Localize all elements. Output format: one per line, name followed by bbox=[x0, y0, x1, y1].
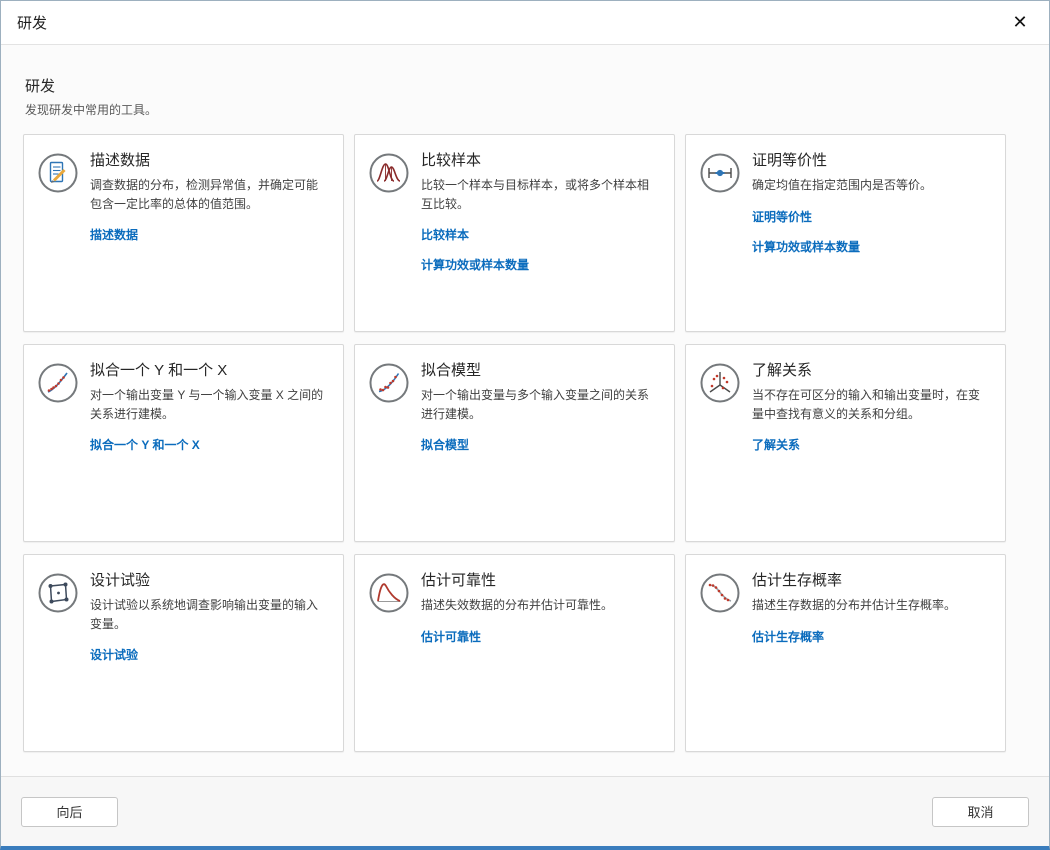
cancel-button[interactable]: 取消 bbox=[932, 797, 1029, 827]
fit-one-y-one-x-icon bbox=[38, 363, 78, 403]
card-title: 设计试验 bbox=[90, 569, 329, 590]
card-estimate-survival: 估计生存概率 描述生存数据的分布并估计生存概率。 估计生存概率 bbox=[685, 554, 1006, 752]
card-estimate-reliability: 估计可靠性 描述失效数据的分布并估计可靠性。 估计可靠性 bbox=[354, 554, 675, 752]
card-description: 当不存在可区分的输入和输出变量时，在变量中查找有意义的关系和分组。 bbox=[752, 386, 991, 423]
dialog-content: 研发 发现研发中常用的工具。 描述数据 bbox=[1, 45, 1049, 776]
estimate-survival-icon bbox=[700, 573, 740, 613]
describe-data-icon bbox=[38, 153, 78, 193]
close-button[interactable]: ✕ bbox=[1005, 8, 1035, 38]
dialog-titlebar: 研发 ✕ bbox=[1, 1, 1049, 45]
link-power-sample-size[interactable]: 计算功效或样本数量 bbox=[752, 238, 860, 255]
card-description: 描述生存数据的分布并估计生存概率。 bbox=[752, 596, 991, 615]
card-title: 描述数据 bbox=[90, 149, 329, 170]
card-fit-one-y-one-x: 拟合一个 Y 和一个 X 对一个输出变量 Y 与一个输入变量 X 之间的关系进行… bbox=[23, 344, 344, 542]
card-title: 比较样本 bbox=[421, 149, 660, 170]
link-estimate-reliability[interactable]: 估计可靠性 bbox=[421, 628, 481, 645]
card-description: 确定均值在指定范围内是否等价。 bbox=[752, 176, 991, 195]
card-prove-equivalence: 证明等价性 确定均值在指定范围内是否等价。 证明等价性 计算功效或样本数量 bbox=[685, 134, 1006, 332]
link-understand-relationships[interactable]: 了解关系 bbox=[752, 436, 800, 453]
close-icon: ✕ bbox=[1012, 12, 1027, 33]
card-fit-model: 拟合模型 对一个输出变量与多个输入变量之间的关系进行建模。 拟合模型 bbox=[354, 344, 675, 542]
back-button[interactable]: 向后 bbox=[21, 797, 118, 827]
link-estimate-survival[interactable]: 估计生存概率 bbox=[752, 628, 824, 645]
card-body: 估计可靠性 描述失效数据的分布并估计可靠性。 估计可靠性 bbox=[421, 567, 660, 739]
card-title: 拟合模型 bbox=[421, 359, 660, 380]
tool-card-grid: 描述数据 调查数据的分布，检测异常值，并确定可能包含一定比率的总体的值范围。 描… bbox=[23, 134, 1027, 752]
card-body: 拟合一个 Y 和一个 X 对一个输出变量 Y 与一个输入变量 X 之间的关系进行… bbox=[90, 357, 329, 529]
card-body: 比较样本 比较一个样本与目标样本，或将多个样本相互比较。 比较样本 计算功效或样… bbox=[421, 147, 660, 319]
section-title: 研发 bbox=[25, 75, 1025, 96]
link-compare-samples[interactable]: 比较样本 bbox=[421, 226, 469, 243]
card-title: 估计可靠性 bbox=[421, 569, 660, 590]
card-body: 估计生存概率 描述生存数据的分布并估计生存概率。 估计生存概率 bbox=[752, 567, 991, 739]
card-description: 对一个输出变量 Y 与一个输入变量 X 之间的关系进行建模。 bbox=[90, 386, 329, 423]
link-power-sample-size[interactable]: 计算功效或样本数量 bbox=[421, 256, 529, 273]
card-design-experiment: 设计试验 设计试验以系统地调查影响输出变量的输入变量。 设计试验 bbox=[23, 554, 344, 752]
card-description: 描述失效数据的分布并估计可靠性。 bbox=[421, 596, 660, 615]
link-fit-model[interactable]: 拟合模型 bbox=[421, 436, 469, 453]
dialog-footer: 向后 取消 bbox=[1, 776, 1049, 846]
link-describe-data[interactable]: 描述数据 bbox=[90, 226, 138, 243]
card-body: 了解关系 当不存在可区分的输入和输出变量时，在变量中查找有意义的关系和分组。 了… bbox=[752, 357, 991, 529]
card-description: 调查数据的分布，检测异常值，并确定可能包含一定比率的总体的值范围。 bbox=[90, 176, 329, 213]
link-fit-one-y-one-x[interactable]: 拟合一个 Y 和一个 X bbox=[90, 436, 200, 453]
card-body: 描述数据 调查数据的分布，检测异常值，并确定可能包含一定比率的总体的值范围。 描… bbox=[90, 147, 329, 319]
card-body: 证明等价性 确定均值在指定范围内是否等价。 证明等价性 计算功效或样本数量 bbox=[752, 147, 991, 319]
card-compare-samples: 比较样本 比较一个样本与目标样本，或将多个样本相互比较。 比较样本 计算功效或样… bbox=[354, 134, 675, 332]
prove-equivalence-icon bbox=[700, 153, 740, 193]
card-title: 估计生存概率 bbox=[752, 569, 991, 590]
card-title: 了解关系 bbox=[752, 359, 991, 380]
dialog-title: 研发 bbox=[17, 12, 1005, 33]
card-title: 证明等价性 bbox=[752, 149, 991, 170]
card-describe-data: 描述数据 调查数据的分布，检测异常值，并确定可能包含一定比率的总体的值范围。 描… bbox=[23, 134, 344, 332]
card-description: 设计试验以系统地调查影响输出变量的输入变量。 bbox=[90, 596, 329, 633]
section-subtitle: 发现研发中常用的工具。 bbox=[25, 101, 1025, 118]
estimate-reliability-icon bbox=[369, 573, 409, 613]
compare-samples-icon bbox=[369, 153, 409, 193]
card-description: 比较一个样本与目标样本，或将多个样本相互比较。 bbox=[421, 176, 660, 213]
card-description: 对一个输出变量与多个输入变量之间的关系进行建模。 bbox=[421, 386, 660, 423]
fit-model-icon bbox=[369, 363, 409, 403]
card-body: 设计试验 设计试验以系统地调查影响输出变量的输入变量。 设计试验 bbox=[90, 567, 329, 739]
design-experiment-icon bbox=[38, 573, 78, 613]
dialog-window: 研发 ✕ 研发 发现研发中常用的工具。 bbox=[0, 0, 1050, 850]
link-prove-equivalence[interactable]: 证明等价性 bbox=[752, 208, 812, 225]
link-design-experiment[interactable]: 设计试验 bbox=[90, 646, 138, 663]
card-body: 拟合模型 对一个输出变量与多个输入变量之间的关系进行建模。 拟合模型 bbox=[421, 357, 660, 529]
card-title: 拟合一个 Y 和一个 X bbox=[90, 359, 329, 380]
card-understand-relationships: 了解关系 当不存在可区分的输入和输出变量时，在变量中查找有意义的关系和分组。 了… bbox=[685, 344, 1006, 542]
understand-relationships-icon bbox=[700, 363, 740, 403]
